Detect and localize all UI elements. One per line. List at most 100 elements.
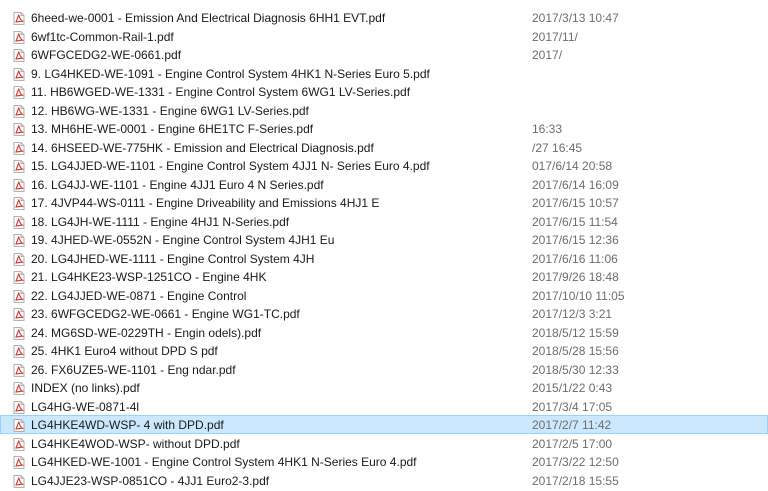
file-date-modified: 16:33 — [532, 122, 563, 136]
file-row[interactable]: 20. LG4JHED-WE-1111 - Engine Control Sys… — [0, 249, 768, 268]
file-row[interactable]: 13. MH6HE-WE-0001 - Engine 6HE1TC F-Seri… — [0, 119, 768, 138]
pdf-file-icon — [13, 271, 25, 284]
file-row[interactable]: 11. HB6WGED-WE-1331 - Engine Control Sys… — [0, 82, 768, 101]
file-name: 20. LG4JHED-WE-1111 - Engine Control Sys… — [31, 251, 315, 266]
pdf-file-icon — [13, 289, 25, 303]
file-date-modified: 2017/6/15 12:36 — [532, 233, 619, 247]
file-name: 24. MG6SD-WE-0229TH - Engin odels).pdf — [31, 325, 262, 340]
file-name: 11. HB6WGED-WE-1331 - Engine Control Sys… — [31, 85, 411, 99]
file-row[interactable]: LG4JJE23-WSP-0851CO - 4JJ1 Euro2-3.pdf 20… — [0, 471, 768, 490]
file-row[interactable]: 14. 6HSEED-WE-775HK - Emission and Elect… — [0, 138, 768, 157]
file-name: 6heed-we-0001 - Emission And Electrical … — [31, 11, 386, 25]
file-row[interactable]: 21. LG4HKE23-WSP-1251CO - Engine 4HK 2017… — [0, 267, 768, 286]
file-name: 25. 4HK1 Euro4 without DPD S pdf — [31, 344, 218, 358]
pdf-file-icon — [13, 437, 25, 451]
pdf-file-icon — [13, 104, 25, 118]
file-name: 12. HB6WG-WE-1331 - Engine 6WG1 LV-Serie… — [31, 103, 309, 118]
file-date-modified: 2017/ — [532, 48, 563, 62]
file-row[interactable]: 25. 4HK1 Euro4 without DPD S pdf 2018/5/2… — [0, 341, 768, 360]
file-date-modified: 2017/11/ — [532, 29, 578, 44]
pdf-file-icon — [13, 363, 25, 377]
file-row[interactable]: 9. LG4HKED-WE-1091 - Engine Control Syst… — [0, 64, 768, 83]
file-date-modified: 2017/2/18 15:55 — [532, 473, 619, 488]
file-name: 18. LG4JH-WE-1111 - Engine 4HJ1 N-Series… — [31, 214, 290, 229]
file-name: 15. LG4JJED-WE-1101 - Engine Control Sys… — [31, 159, 430, 173]
file-row[interactable]: 6heed-we-0001 - Emission And Electrical … — [0, 8, 768, 27]
file-name: 21. LG4HKE23-WSP-1251CO - Engine 4HK — [31, 270, 267, 284]
file-date-modified: 2017/6/15 11:54 — [532, 214, 618, 229]
file-row[interactable]: 18. LG4JH-WE-1111 - Engine 4HJ1 N-Series… — [0, 212, 768, 231]
file-name: 22. LG4JJED-WE-0871 - Engine Control — [31, 288, 247, 303]
pdf-file-icon — [13, 326, 25, 340]
pdf-file-icon — [13, 252, 25, 266]
pdf-file-icon — [13, 308, 25, 321]
file-date-modified: 2017/6/14 16:09 — [532, 177, 619, 192]
file-date-modified: 2018/5/12 15:59 — [532, 325, 619, 340]
file-row[interactable]: 6WFGCEDG2-WE-0661.pdf 2017/ — [0, 45, 768, 64]
file-row[interactable]: 22. LG4JJED-WE-0871 - Engine Control 2017… — [0, 286, 768, 305]
file-name: 19. 4JHED-WE-0552N - Engine Control Syst… — [31, 233, 335, 247]
file-name: 9. LG4HKED-WE-1091 - Engine Control Syst… — [31, 66, 430, 81]
file-row[interactable]: 16. LG4JJ-WE-1101 - Engine 4JJ1 Euro 4 N… — [0, 175, 768, 194]
file-name: 16. LG4JJ-WE-1101 - Engine 4JJ1 Euro 4 N… — [31, 177, 324, 192]
pdf-file-icon — [13, 197, 25, 210]
file-date-modified: 2017/3/4 17:05 — [532, 399, 613, 414]
pdf-file-icon — [13, 123, 25, 136]
file-date-modified: 2015/1/22 0:43 — [532, 381, 613, 395]
file-row[interactable]: 19. 4JHED-WE-0552N - Engine Control Syst… — [0, 230, 768, 249]
file-date-modified: 2017/2/5 17:00 — [532, 436, 613, 451]
file-row[interactable]: 15. LG4JJED-WE-1101 - Engine Control Sys… — [0, 156, 768, 175]
file-date-modified: 2018/5/28 15:56 — [532, 344, 619, 358]
file-name: LG4HG-WE-0871-4l — [31, 399, 140, 414]
file-date-modified: 2017/12/3 3:21 — [532, 307, 613, 321]
file-name: LG4JJE23-WSP-0851CO - 4JJ1 Euro2-3.pdf — [31, 473, 270, 488]
file-date-modified: 2018/5/30 12:33 — [532, 362, 619, 377]
pdf-file-icon — [13, 160, 25, 173]
file-date-modified: 2017/3/13 10:47 — [532, 11, 619, 25]
file-date-modified: 2017/10/10 11:05 — [532, 288, 625, 303]
file-row[interactable]: LG4HKED-WE-1001 - Engine Control System … — [0, 452, 768, 471]
file-row[interactable]: LG4HKE4WOD-WSP- without DPD.pdf 2017/2/5 … — [0, 434, 768, 453]
file-name: 26. FX6UZE5-WE-1101 - Eng ndar.pdf — [31, 362, 236, 377]
pdf-file-icon — [13, 234, 25, 247]
pdf-file-icon — [13, 141, 25, 155]
pdf-file-icon — [13, 49, 25, 62]
file-name: 13. MH6HE-WE-0001 - Engine 6HE1TC F-Seri… — [31, 122, 314, 136]
pdf-file-icon — [13, 345, 25, 358]
file-row[interactable]: LG4HG-WE-0871-4l 2017/3/4 17:05 — [0, 397, 768, 416]
pdf-file-icon — [13, 474, 25, 488]
file-row[interactable]: 24. MG6SD-WE-0229TH - Engin odels).pdf 20… — [0, 323, 768, 342]
file-row[interactable]: 23. 6WFGCEDG2-WE-0661 - Engine WG1-TC.pd… — [0, 304, 768, 323]
file-name: 6WFGCEDG2-WE-0661.pdf — [31, 48, 182, 62]
pdf-file-icon — [13, 400, 25, 414]
file-name: 17. 4JVP44-WS-0111 - Engine Driveability… — [31, 196, 380, 210]
pdf-file-icon — [13, 30, 25, 44]
file-name: INDEX (no links).pdf — [31, 381, 140, 395]
file-date-modified: 2017/3/22 12:50 — [532, 455, 619, 469]
pdf-file-icon — [13, 12, 25, 25]
file-date-modified: 2017/6/15 10:57 — [532, 196, 619, 210]
file-name: 14. 6HSEED-WE-775HK - Emission and Elect… — [31, 140, 374, 155]
pdf-file-icon — [13, 382, 25, 395]
pdf-file-icon — [13, 67, 25, 81]
file-name: 23. 6WFGCEDG2-WE-0661 - Engine WG1-TC.pd… — [31, 307, 300, 321]
file-row[interactable]: 6wf1tc-Common-Rail-1.pdf 2017/11/ — [0, 27, 768, 46]
file-list: 6heed-we-0001 - Emission And Electrical … — [0, 0, 768, 488]
file-name: LG4HKED-WE-1001 - Engine Control System … — [31, 455, 417, 469]
pdf-file-icon — [13, 86, 25, 99]
file-row[interactable]: INDEX (no links).pdf 2015/1/22 0:43 — [0, 378, 768, 397]
pdf-file-icon — [13, 215, 25, 229]
file-name: LG4HKE4WD-WSP- 4 with DPD.pdf — [31, 418, 224, 432]
file-date-modified: 2017/9/26 18:48 — [532, 270, 619, 284]
file-row[interactable]: 12. HB6WG-WE-1331 - Engine 6WG1 LV-Serie… — [0, 101, 768, 120]
file-date-modified: 017/6/14 20:58 — [532, 159, 613, 173]
file-name: 6wf1tc-Common-Rail-1.pdf — [31, 29, 174, 44]
pdf-file-icon — [13, 178, 25, 192]
file-row[interactable]: 26. FX6UZE5-WE-1101 - Eng ndar.pdf 2018/5… — [0, 360, 768, 379]
file-date-modified: 2017/2/7 11:42 — [532, 418, 612, 432]
pdf-file-icon — [13, 456, 25, 469]
file-date-modified: 2017/6/16 11:06 — [532, 251, 618, 266]
file-row[interactable]: LG4HKE4WD-WSP- 4 with DPD.pdf 2017/2/7 11… — [0, 415, 768, 434]
file-date-modified: /27 16:45 — [532, 140, 583, 155]
file-row[interactable]: 17. 4JVP44-WS-0111 - Engine Driveability… — [0, 193, 768, 212]
